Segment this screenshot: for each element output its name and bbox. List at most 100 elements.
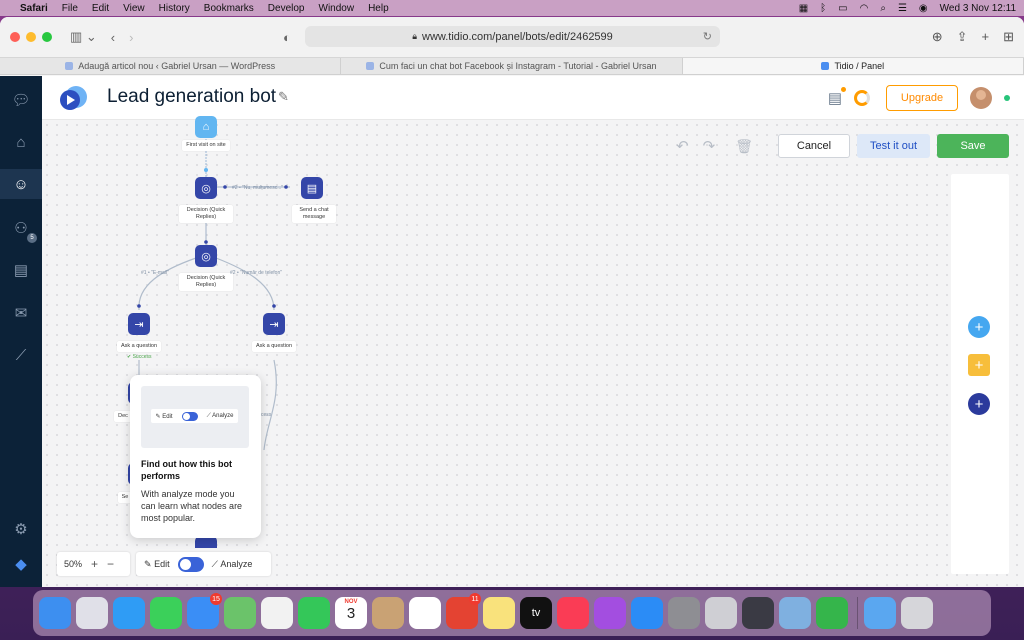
dock-badge: 11 (469, 593, 481, 605)
address-bar[interactable]: 🔒︎ www.tidio.com/panel/bots/edit/2462599… (305, 26, 720, 47)
mode-toggle[interactable] (177, 556, 204, 572)
menubar-clock[interactable]: Wed 3 Nov 12:11 (940, 3, 1016, 14)
analyze-mode-label[interactable]: Analyze (220, 559, 252, 569)
zoom-in-button[interactable]: + (91, 557, 98, 571)
dock-reminders-icon[interactable] (409, 597, 441, 629)
add-trigger-button[interactable]: + (968, 316, 990, 338)
dock-messages-icon[interactable] (150, 597, 182, 629)
forward-icon[interactable]: › (129, 30, 133, 45)
menu-history[interactable]: History (159, 3, 190, 14)
flow-node-send-message[interactable]: ▤ (301, 177, 323, 199)
download-icon[interactable]: ⊕ (932, 29, 943, 45)
dock-app-store-icon[interactable] (631, 597, 663, 629)
dock-downloads-icon[interactable] (864, 597, 896, 629)
dock-system-preferences-icon[interactable] (668, 597, 700, 629)
tab-tidio-panel[interactable]: Tidio / Panel (682, 58, 1024, 74)
analytics-icon[interactable]: ⟋ (11, 345, 31, 365)
menu-file[interactable]: File (62, 3, 78, 14)
flow-node-label: First visit on site (182, 140, 230, 151)
menu-develop[interactable]: Develop (268, 3, 305, 14)
tidio-logo-icon[interactable]: ◆ (11, 554, 31, 574)
dock-safari-icon[interactable] (113, 597, 145, 629)
dock-podcasts-icon[interactable] (594, 597, 626, 629)
dock-calendar-icon[interactable]: NOV 3 (335, 597, 367, 629)
menu-window[interactable]: Window (319, 3, 355, 14)
dock-music-icon[interactable] (557, 597, 589, 629)
upgrade-button[interactable]: Upgrade (886, 85, 958, 111)
dock-mail-icon[interactable]: 15 (187, 593, 222, 629)
dock-maps-icon[interactable] (224, 597, 256, 629)
dock-contacts-icon[interactable] (372, 597, 404, 629)
flow-node-decision-1[interactable]: ◎ (195, 177, 217, 199)
address-book-icon[interactable]: ▤ (11, 260, 31, 280)
save-button[interactable]: Save (937, 134, 1009, 158)
new-tab-icon[interactable]: + (982, 29, 990, 45)
add-condition-button[interactable]: + (968, 354, 990, 376)
edit-mode-label[interactable]: Edit (154, 559, 170, 569)
dock-roblox-icon[interactable] (705, 597, 737, 629)
menu-bookmarks[interactable]: Bookmarks (204, 3, 254, 14)
test-it-out-button[interactable]: Test it out (857, 134, 930, 158)
dock-tv-icon[interactable]: tv (520, 597, 552, 629)
search-icon[interactable]: ⌕ (880, 3, 886, 14)
menu-app-name[interactable]: Safari (20, 3, 48, 14)
bluetooth-icon[interactable]: ᛒ (820, 3, 826, 14)
battery-icon[interactable]: ▭ (838, 3, 847, 14)
trash-icon[interactable]: 🗑︎ (735, 138, 753, 155)
close-window-button[interactable] (10, 32, 20, 42)
mail-icon[interactable]: ✉ (11, 303, 31, 323)
sidebar-toggle-icon[interactable]: ▥ ⌄ (70, 29, 97, 45)
undo-icon[interactable]: ↶ (676, 137, 689, 155)
menu-view[interactable]: View (123, 3, 145, 14)
bot-icon[interactable]: ☺ (0, 169, 42, 199)
add-action-button[interactable]: + (968, 393, 990, 415)
cancel-button[interactable]: Cancel (778, 134, 850, 158)
reload-icon[interactable]: ↻ (703, 30, 712, 43)
analyze-chart-icon: ⟋ (211, 558, 218, 569)
menu-help[interactable]: Help (368, 3, 389, 14)
url-text[interactable]: www.tidio.com/panel/bots/edit/2462599 (422, 31, 613, 43)
mini-mode-switch: ✎ Edit ⟋ Analyze (151, 409, 238, 423)
dock-quicktime-icon[interactable] (742, 597, 774, 629)
flag-icon[interactable]: ▦ (799, 3, 808, 14)
chat-icon[interactable]: 💬︎ (11, 90, 31, 110)
dock-finder-icon[interactable] (39, 597, 71, 629)
dock-todoist-icon[interactable]: 11 (446, 593, 481, 629)
flow-canvas[interactable]: ⌂ First visit on site ◎ Decision (Quick … (42, 116, 1024, 587)
fullscreen-window-button[interactable] (42, 32, 52, 42)
house-icon: ⌂ (202, 121, 210, 133)
tab-overview-icon[interactable]: ⊞ (1003, 29, 1014, 45)
menu-edit[interactable]: Edit (92, 3, 109, 14)
minimize-window-button[interactable] (26, 32, 36, 42)
zoom-out-button[interactable]: − (107, 557, 114, 571)
flow-node-ask-question-2[interactable]: ⇥ (263, 313, 285, 335)
redo-icon[interactable]: ↷ (703, 137, 716, 155)
settings-icon[interactable]: ⚙ (11, 519, 31, 539)
dock-photos-icon[interactable] (261, 597, 293, 629)
siri-icon[interactable]: ◉ (919, 3, 928, 14)
dock-preview-icon[interactable] (779, 597, 811, 629)
flow-node-ask-question-1[interactable]: ⇥ (128, 313, 150, 335)
tab-tutorial[interactable]: Cum faci un chat bot Facebook și Instagr… (341, 58, 683, 74)
flow-node-label: Ask a question (252, 341, 296, 352)
back-icon[interactable]: ‹ (111, 30, 115, 45)
dock-numbers-icon[interactable] (816, 597, 848, 629)
dock-facetime-icon[interactable] (298, 597, 330, 629)
flow-node-start[interactable]: ⌂ (195, 116, 217, 138)
flow-node-decision-2[interactable]: ◎ (195, 245, 217, 267)
news-icon[interactable]: ▤ (828, 87, 846, 107)
share-icon[interactable]: ⇪ (957, 29, 968, 45)
home-icon[interactable]: ⌂ (11, 132, 31, 152)
rename-pencil-icon[interactable]: ✎ (278, 89, 289, 105)
zoom-level: 50% (64, 559, 83, 569)
avatar[interactable] (970, 87, 992, 109)
tab-wordpress[interactable]: Adaugă articol nou ‹ Gabriel Ursan — Wor… (0, 58, 342, 74)
dock-launchpad-icon[interactable] (76, 597, 108, 629)
control-center-icon[interactable]: ☰ (898, 3, 907, 14)
privacy-shield-icon[interactable]: ◐ (283, 30, 291, 45)
progress-ring-icon[interactable] (854, 90, 870, 106)
dock-notes-icon[interactable] (483, 597, 515, 629)
dock-trash-icon[interactable] (901, 597, 933, 629)
wifi-icon[interactable]: ◠ (860, 3, 869, 14)
mini-toggle (181, 411, 198, 421)
